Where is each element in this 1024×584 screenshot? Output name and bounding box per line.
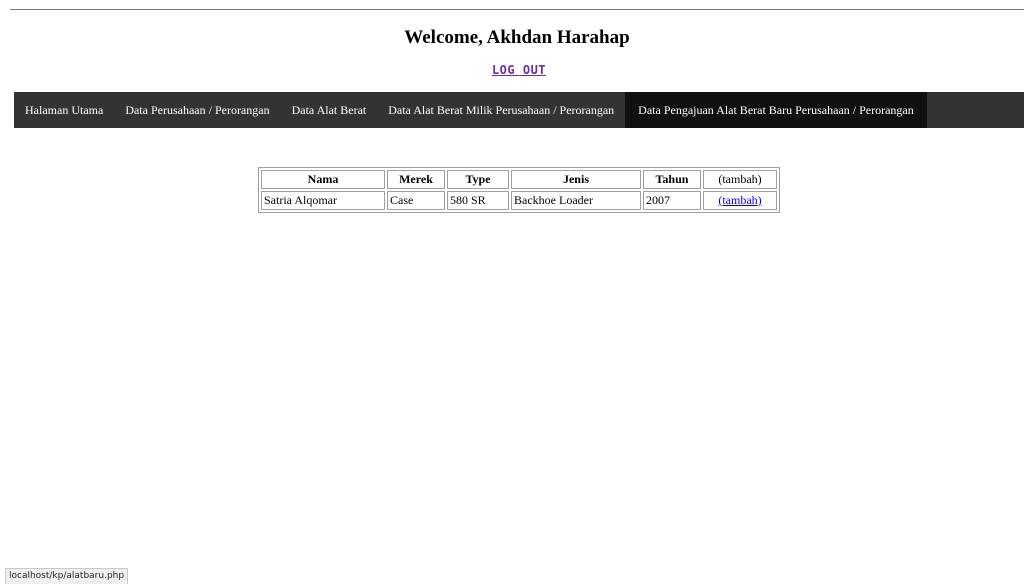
logout-link[interactable]: LOG OUT: [492, 63, 546, 77]
tambah-link[interactable]: (tambah): [718, 193, 761, 207]
top-divider: [10, 9, 1024, 10]
cell-merek: Case: [387, 191, 445, 210]
column-header-nama: Nama: [261, 170, 385, 189]
nav-item-data-perusahaan[interactable]: Data Perusahaan / Perorangan: [114, 92, 280, 128]
nav-item-pengajuan-alat-baru[interactable]: Data Pengajuan Alat Berat Baru Perusahaa…: [625, 92, 927, 128]
page: Welcome, Akhdan Harahap LOG OUT Halaman …: [0, 0, 1024, 584]
column-header-jenis: Jenis: [511, 170, 641, 189]
column-header-tahun: Tahun: [643, 170, 701, 189]
nav-item-alat-berat-milik[interactable]: Data Alat Berat Milik Perusahaan / Peror…: [377, 92, 625, 128]
column-header-merek: Merek: [387, 170, 445, 189]
status-bar-url: localhost/kp/alatbaru.php: [5, 568, 129, 584]
cell-type: 580 SR: [447, 191, 509, 210]
table-row: Satria Alqomar Case 580 SR Backhoe Loade…: [261, 191, 777, 210]
cell-tahun: 2007: [643, 191, 701, 210]
cell-action: (tambah): [703, 191, 777, 210]
equipment-table: Nama Merek Type Jenis Tahun (tambah) Sat…: [258, 167, 780, 213]
column-header-type: Type: [447, 170, 509, 189]
logout-container: LOG OUT: [0, 63, 1024, 77]
table-header-row: Nama Merek Type Jenis Tahun (tambah): [261, 170, 777, 189]
nav-item-data-alat-berat[interactable]: Data Alat Berat: [281, 92, 378, 128]
main-navbar: Halaman Utama Data Perusahaan / Perorang…: [14, 92, 1024, 128]
column-header-tambah: (tambah): [703, 170, 777, 189]
welcome-heading: Welcome, Akhdan Harahap: [404, 27, 630, 48]
nav-item-halaman-utama[interactable]: Halaman Utama: [14, 92, 114, 128]
cell-nama: Satria Alqomar: [261, 191, 385, 210]
cell-jenis: Backhoe Loader: [511, 191, 641, 210]
